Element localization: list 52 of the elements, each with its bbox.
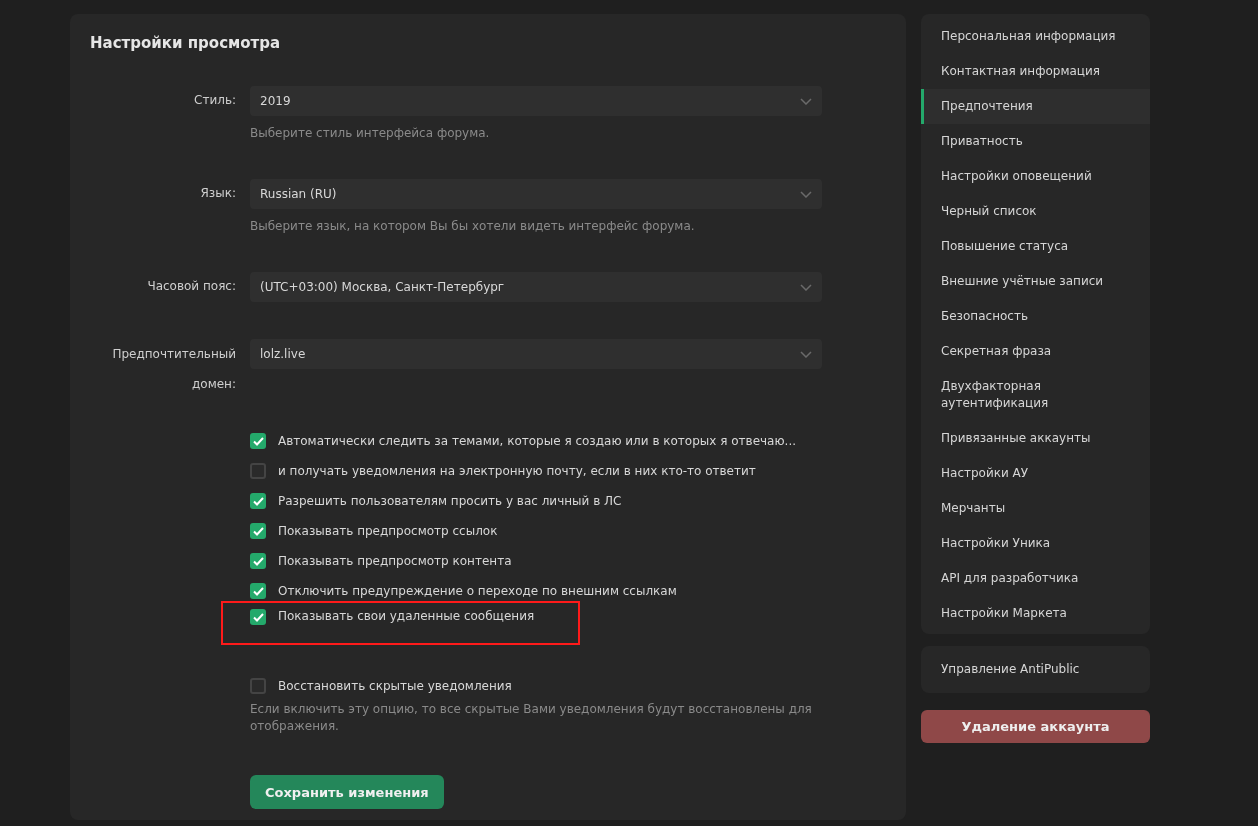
menu-item[interactable]: Настройки АУ — [921, 456, 1150, 491]
checkbox-label: и получать уведомления на электронную почту, если в них кто-то ответит — [278, 464, 756, 478]
save-button[interactable]: Сохранить изменения — [250, 775, 444, 809]
menu-item[interactable]: Настройки оповещений — [921, 159, 1150, 194]
checkbox-label: Отключить предупреждение о переходе по внешним ссылкам — [278, 584, 677, 598]
menu-item[interactable]: Приватность — [921, 124, 1150, 159]
menu-item[interactable]: Повышение статуса — [921, 229, 1150, 264]
menu-item[interactable]: Черный список — [921, 194, 1150, 229]
menu-item[interactable]: Двухфакторная аутентификация — [921, 369, 1150, 421]
chevron-down-icon — [800, 97, 812, 105]
option-hint: Если включить эту опцию, то все скрытые Вами уведомления будут восстановлены для отображения. — [250, 701, 813, 735]
chevron-down-icon — [800, 350, 812, 358]
checkbox[interactable] — [250, 678, 266, 694]
menu-item[interactable]: Персональная информация — [921, 19, 1150, 54]
field-label: Стиль: — [193, 92, 236, 109]
menu-item[interactable]: Настройки Маркета — [921, 596, 1150, 631]
menu-item[interactable]: API для разработчика — [921, 561, 1150, 596]
menu-item[interactable]: Управление AntiPublic — [921, 652, 1150, 687]
checkbox-label: Показывать предпросмотр контента — [278, 554, 512, 568]
select-field[interactable]: lolz.live — [250, 339, 822, 369]
checkbox[interactable] — [250, 493, 266, 509]
chevron-down-icon — [800, 283, 812, 291]
menu-item[interactable]: Внешние учётные записи — [921, 264, 1150, 299]
field-label: Язык: — [199, 185, 236, 202]
checkbox-label: Показывать свои удаленные сообщения — [278, 609, 535, 623]
checkbox[interactable] — [250, 523, 266, 539]
checkbox-label: Автоматически следить за темами, которые я создаю или в которых я отвечаю... — [278, 434, 796, 448]
menu-item[interactable]: Секретная фраза — [921, 334, 1150, 369]
select-field[interactable]: Russian (RU) — [250, 179, 822, 209]
menu-item[interactable]: Привязанные аккаунты — [921, 421, 1150, 456]
menu-item[interactable]: Безопасность — [921, 299, 1150, 334]
checkbox[interactable] — [250, 609, 266, 625]
field-label: Предпочтительный домен: — [111, 346, 236, 393]
select-field[interactable]: 2019 — [250, 86, 822, 116]
menu-item[interactable]: Предпочтения — [921, 89, 1150, 124]
checkbox[interactable] — [250, 553, 266, 569]
field-hint: Выберите стиль интерфейса форума. — [250, 125, 491, 142]
select-field[interactable]: (UTC+03:00) Москва, Санкт-Петербург — [250, 272, 822, 302]
checkbox[interactable] — [250, 433, 266, 449]
field-label: Часовой пояс: — [146, 278, 236, 295]
menu-item[interactable]: Мерчанты — [921, 491, 1150, 526]
menu-item[interactable]: Настройки Уника — [921, 526, 1150, 561]
checkbox[interactable] — [250, 583, 266, 599]
chevron-down-icon — [800, 190, 812, 198]
delete-account-button[interactable]: Удаление аккаунта — [921, 710, 1150, 743]
menu-item[interactable]: Контактная информация — [921, 54, 1150, 89]
checkbox-label: Разрешить пользователям просить у вас личный в ЛС — [278, 494, 622, 508]
panel-title: Настройки просмотра — [90, 34, 282, 52]
checkbox-label: Показывать предпросмотр ссылок — [278, 524, 498, 538]
checkbox-label: Восстановить скрытые уведомления — [278, 679, 512, 693]
field-hint: Выберите язык, на котором Вы бы хотели видеть интерфейс форума. — [250, 218, 696, 235]
checkbox[interactable] — [250, 463, 266, 479]
